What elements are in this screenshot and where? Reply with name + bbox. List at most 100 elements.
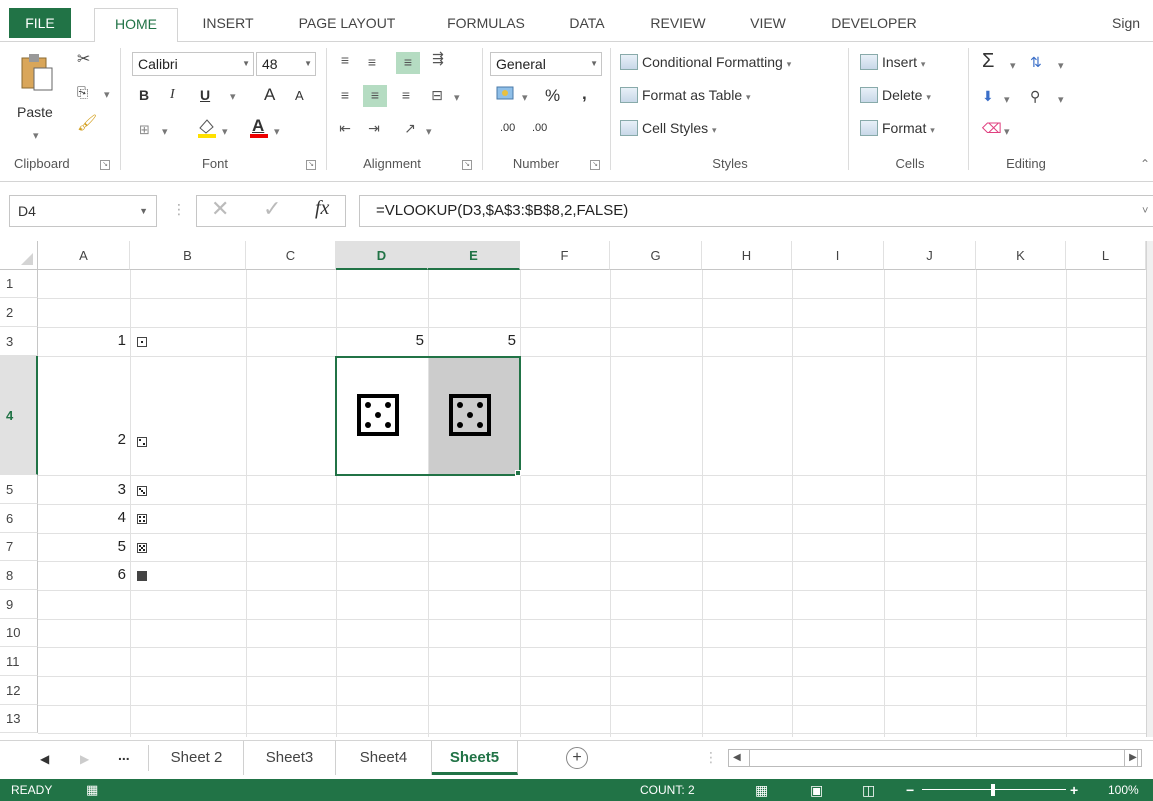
cell-a8[interactable]: 6	[40, 566, 126, 583]
row-header-1[interactable]: 1	[0, 270, 38, 298]
row-header-8[interactable]: 8	[0, 561, 38, 590]
expand-formula-icon[interactable]: ˅	[1142, 201, 1148, 221]
horizontal-scrollbar[interactable]: ◀	[728, 749, 1138, 767]
shrink-font-button[interactable]: A	[295, 88, 304, 103]
row-header-13[interactable]: 13	[0, 705, 38, 733]
row-header-5[interactable]: 5	[0, 475, 38, 504]
cell-e4-dice-5-icon[interactable]	[449, 394, 491, 436]
underline-button[interactable]: U	[200, 87, 210, 103]
copy-icon[interactable]: ⎘	[77, 82, 88, 102]
find-dropdown-icon[interactable]: ▾	[1058, 90, 1064, 110]
align-bottom-icon[interactable]: ≡	[396, 52, 420, 74]
row-header-12[interactable]: 12	[0, 676, 38, 705]
cell-styles-button[interactable]: Cell Styles ▾	[620, 120, 717, 136]
column-header-k[interactable]: K	[976, 241, 1066, 270]
column-header-b[interactable]: B	[130, 241, 246, 270]
align-top-icon[interactable]: ≡	[333, 50, 357, 72]
align-left-icon[interactable]: ≡	[333, 85, 357, 107]
column-header-d[interactable]: D	[336, 241, 428, 270]
column-header-i[interactable]: I	[792, 241, 884, 270]
cell-a7[interactable]: 5	[40, 538, 126, 555]
cell-d3[interactable]: 5	[338, 332, 424, 349]
zoom-slider-thumb[interactable]	[991, 784, 995, 796]
cell-a3[interactable]: 1	[40, 332, 126, 349]
alignment-launcher-icon[interactable]: ↘	[462, 160, 472, 170]
fill-handle[interactable]	[515, 470, 521, 476]
font-color-dropdown-icon[interactable]: ▾	[274, 122, 280, 142]
orientation-dropdown-icon[interactable]: ▾	[426, 122, 432, 142]
cell-a6[interactable]: 4	[40, 509, 126, 526]
insert-function-icon[interactable]: fx	[315, 198, 329, 218]
percent-style-button[interactable]: %	[545, 86, 560, 106]
next-sheet-icon[interactable]: ▶	[80, 749, 89, 769]
select-all-corner[interactable]	[0, 241, 38, 270]
sign-in-link[interactable]: Sign	[1112, 8, 1153, 42]
vertical-scrollbar[interactable]	[1146, 241, 1153, 737]
macro-record-icon[interactable]: ▦	[86, 779, 98, 801]
align-center-icon[interactable]: ≡	[363, 85, 387, 107]
row-header-9[interactable]: 9	[0, 590, 38, 619]
tab-insert[interactable]: INSERT	[188, 8, 268, 42]
number-format-select[interactable]: General ▼	[490, 52, 602, 76]
column-header-c[interactable]: C	[246, 241, 336, 270]
fill-color-icon[interactable]	[196, 116, 218, 144]
tab-home[interactable]: HOME	[94, 8, 178, 43]
column-header-f[interactable]: F	[520, 241, 610, 270]
format-as-table-button[interactable]: Format as Table ▾	[620, 87, 751, 103]
column-header-a[interactable]: A	[38, 241, 130, 270]
cell-a5[interactable]: 3	[40, 481, 126, 498]
zoom-level[interactable]: 100%	[1108, 779, 1139, 801]
row-header-3[interactable]: 3	[0, 327, 38, 356]
sort-filter-dropdown-icon[interactable]: ▾	[1058, 56, 1064, 76]
find-select-icon[interactable]: ⚲	[1030, 86, 1040, 106]
row-header-2[interactable]: 2	[0, 298, 38, 327]
fill-dropdown-icon[interactable]: ▾	[1004, 90, 1010, 110]
clear-dropdown-icon[interactable]: ▾	[1004, 122, 1010, 142]
autosum-dropdown-icon[interactable]: ▾	[1010, 56, 1016, 76]
cell-d4-dice-5-icon[interactable]	[357, 394, 399, 436]
increase-decimal-button[interactable]: .00	[496, 118, 526, 140]
wrap-text-icon[interactable]: ⇶	[426, 48, 450, 70]
tab-review[interactable]: REVIEW	[634, 8, 722, 42]
enter-icon[interactable]: ✓	[263, 198, 281, 220]
accounting-dropdown-icon[interactable]: ▾	[522, 88, 528, 108]
sheet-tab-sheet-2[interactable]: Sheet 2	[150, 741, 244, 775]
paste-icon[interactable]	[20, 52, 54, 92]
scroll-right-icon[interactable]: ▶	[1124, 749, 1142, 767]
italic-button[interactable]: I	[170, 87, 175, 103]
cancel-icon[interactable]: ✕	[211, 198, 229, 220]
row-header-6[interactable]: 6	[0, 504, 38, 533]
tab-data[interactable]: DATA	[555, 8, 619, 42]
delete-cells-button[interactable]: Delete ▾	[860, 87, 931, 103]
align-right-icon[interactable]: ≡	[394, 85, 418, 107]
sheet-tab-sheet3[interactable]: Sheet3	[244, 741, 336, 775]
column-header-h[interactable]: H	[702, 241, 792, 270]
sort-filter-icon[interactable]: ⇅	[1030, 52, 1042, 72]
number-launcher-icon[interactable]: ↘	[590, 160, 600, 170]
orientation-icon[interactable]: ↗	[398, 118, 422, 140]
row-header-11[interactable]: 11	[0, 647, 38, 676]
conditional-formatting-button[interactable]: Conditional Formatting ▾	[620, 54, 791, 70]
tab-formulas[interactable]: FORMULAS	[430, 8, 542, 42]
paste-dropdown-icon[interactable]: ▾	[33, 126, 39, 146]
borders-dropdown-icon[interactable]: ▾	[162, 122, 168, 142]
merge-dropdown-icon[interactable]: ▾	[454, 88, 460, 108]
borders-icon[interactable]: ⊞	[139, 120, 150, 140]
clipboard-launcher-icon[interactable]: ↘	[100, 160, 110, 170]
formula-input[interactable]: =VLOOKUP(D3,$A$3:$B$8,2,FALSE)	[359, 195, 1153, 227]
collapse-ribbon-icon[interactable]: ⌃	[1140, 154, 1150, 174]
increase-indent-icon[interactable]: ⇥	[362, 118, 386, 140]
zoom-in-icon[interactable]: +	[1070, 779, 1078, 801]
copy-dropdown-icon[interactable]: ▾	[104, 85, 110, 105]
fill-color-dropdown-icon[interactable]: ▾	[222, 122, 228, 142]
grow-font-button[interactable]: A	[264, 85, 275, 105]
page-break-view-icon[interactable]: ◫	[862, 779, 875, 801]
prev-sheet-icon[interactable]: ◀	[40, 749, 49, 769]
merge-center-icon[interactable]: ⊟	[425, 85, 449, 107]
sheet-tab-sheet5[interactable]: Sheet5	[432, 741, 518, 775]
column-header-e[interactable]: E	[428, 241, 520, 270]
format-cells-button[interactable]: Format ▾	[860, 120, 935, 136]
scroll-left-icon[interactable]: ◀	[733, 748, 741, 768]
decrease-indent-icon[interactable]: ⇤	[333, 118, 357, 140]
insert-cells-button[interactable]: Insert ▾	[860, 54, 925, 70]
